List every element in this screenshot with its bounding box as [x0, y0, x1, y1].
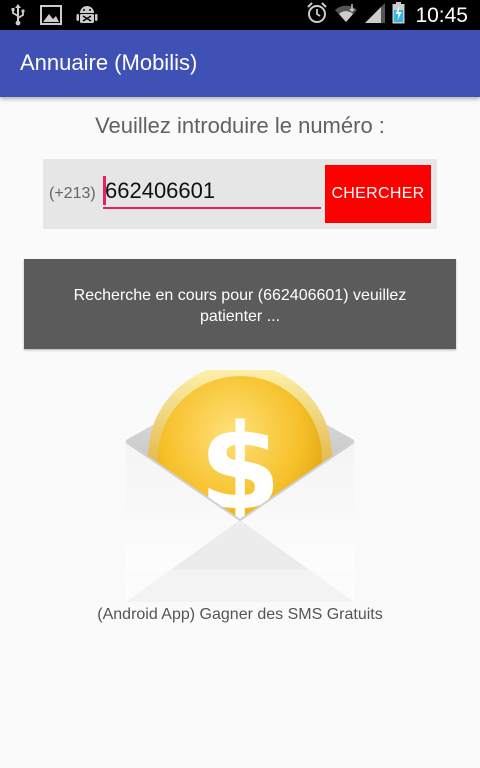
ad-caption[interactable]: (Android App) Gagner des SMS Gratuits	[0, 606, 480, 624]
status-bar: 10:45	[0, 0, 480, 30]
app-title: Annuaire (Mobilis)	[20, 50, 198, 75]
app-screen: 10:45 Annuaire (Mobilis) Veuillez introd…	[0, 0, 480, 768]
app-bar: Annuaire (Mobilis)	[0, 30, 480, 97]
search-row: (+213) CHERCHER	[43, 159, 437, 229]
signal-icon	[364, 2, 386, 29]
phone-number-input[interactable]	[103, 175, 321, 209]
status-left-icons	[10, 4, 98, 31]
android-debug-icon	[76, 4, 98, 31]
text-cursor	[103, 176, 106, 205]
battery-charging-icon	[392, 2, 405, 29]
usb-icon	[10, 4, 26, 31]
search-prompt: Veuillez introduire le numéro :	[95, 113, 385, 138]
wifi-icon	[334, 2, 358, 29]
status-right-icons: 10:45	[306, 2, 468, 29]
dollar-coin-envelope-icon[interactable]: $	[122, 364, 358, 610]
image-icon	[40, 5, 62, 30]
search-progress-message: Recherche en cours pour (662406601) veui…	[24, 259, 456, 349]
alarm-icon	[306, 2, 328, 29]
progress-message-text: Recherche en cours pour (662406601) veui…	[73, 287, 407, 325]
ad-banner[interactable]: $	[122, 364, 358, 610]
status-time: 10:45	[415, 3, 468, 27]
search-button[interactable]: CHERCHER	[325, 165, 431, 223]
country-prefix: (+213)	[49, 185, 96, 202]
